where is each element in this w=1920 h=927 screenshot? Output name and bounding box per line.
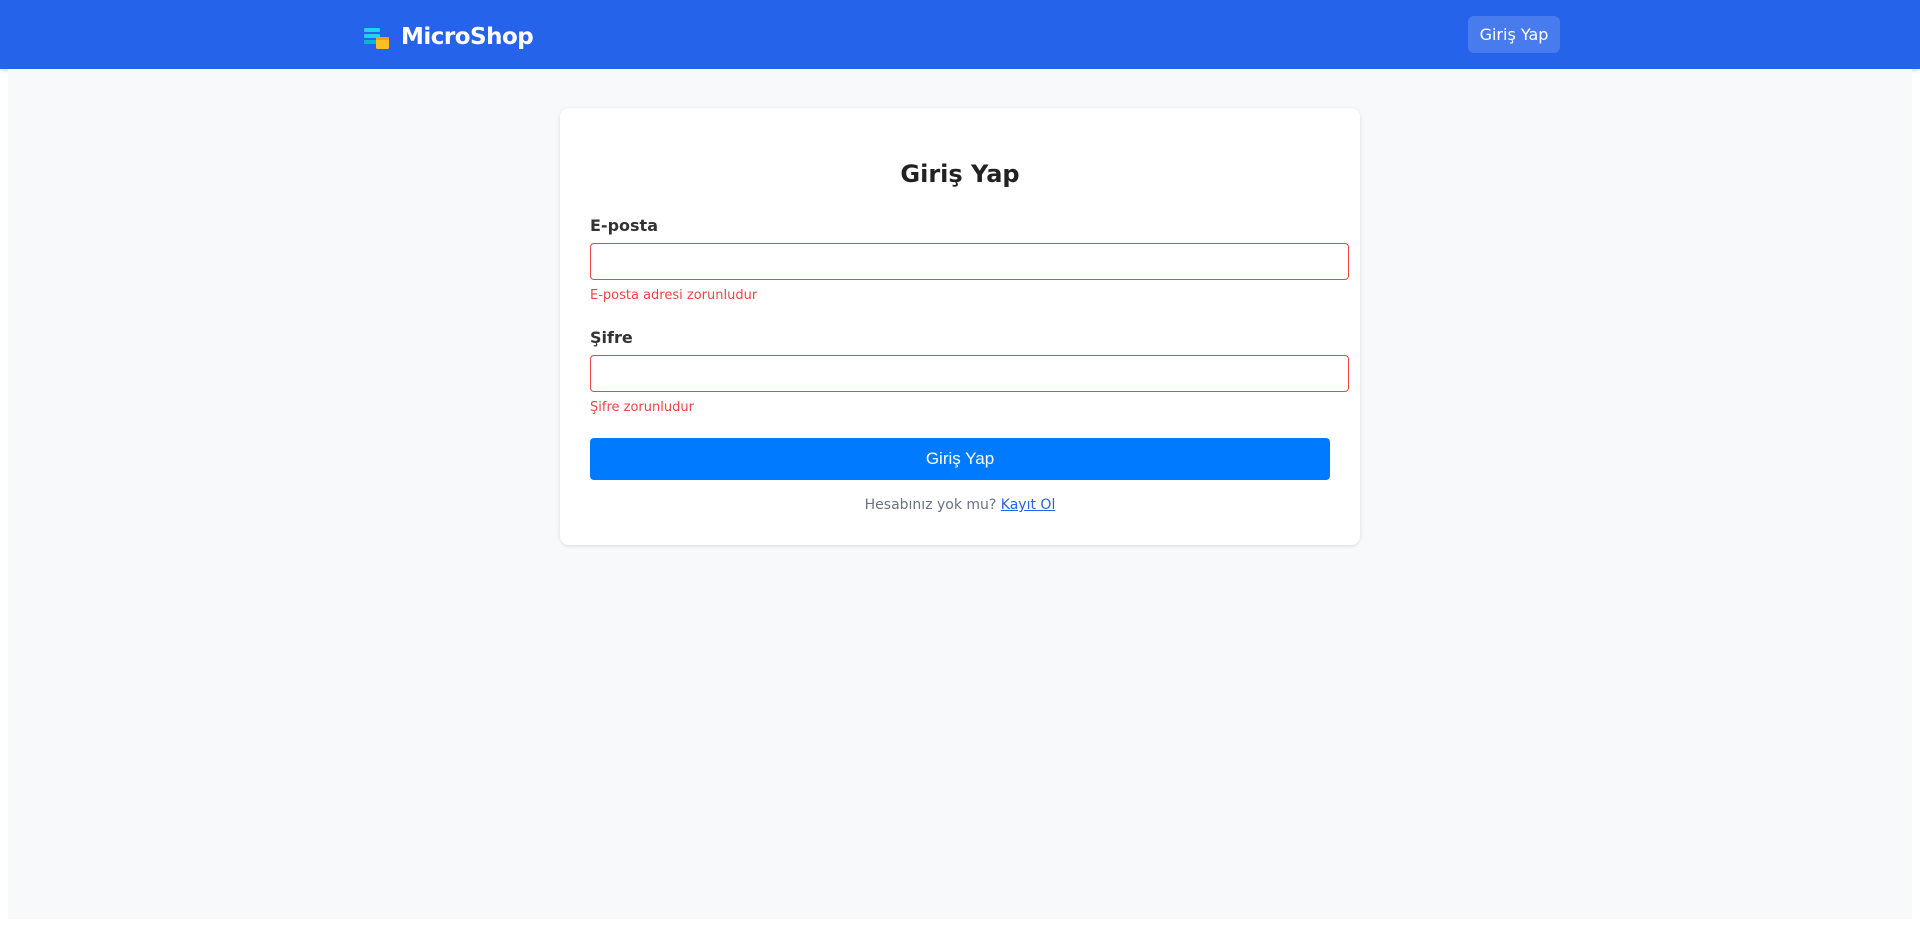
email-label: E-posta	[590, 216, 658, 235]
brand-logo-link[interactable]: MicroShop	[363, 21, 534, 53]
login-title: Giriş Yap	[900, 160, 1020, 188]
register-prompt-line: Hesabınız yok mu? Kayıt Ol	[0, 497, 1920, 513]
password-input[interactable]	[590, 355, 1349, 392]
login-submit-button[interactable]: Giriş Yap	[590, 438, 1330, 480]
top-navbar: MicroShop Giriş Yap	[0, 0, 1920, 69]
password-label: Şifre	[590, 328, 633, 347]
email-input[interactable]	[590, 243, 1349, 280]
register-link[interactable]: Kayıt Ol	[1001, 497, 1056, 513]
password-error-message: Şifre zorunludur	[590, 400, 694, 415]
header-login-button[interactable]: Giriş Yap	[1468, 16, 1560, 53]
register-prompt-text: Hesabınız yok mu?	[864, 497, 997, 513]
email-error-message: E-posta adresi zorunludur	[590, 288, 758, 303]
stacked-boxes-icon	[364, 28, 389, 49]
brand-name: MicroShop	[401, 24, 534, 50]
